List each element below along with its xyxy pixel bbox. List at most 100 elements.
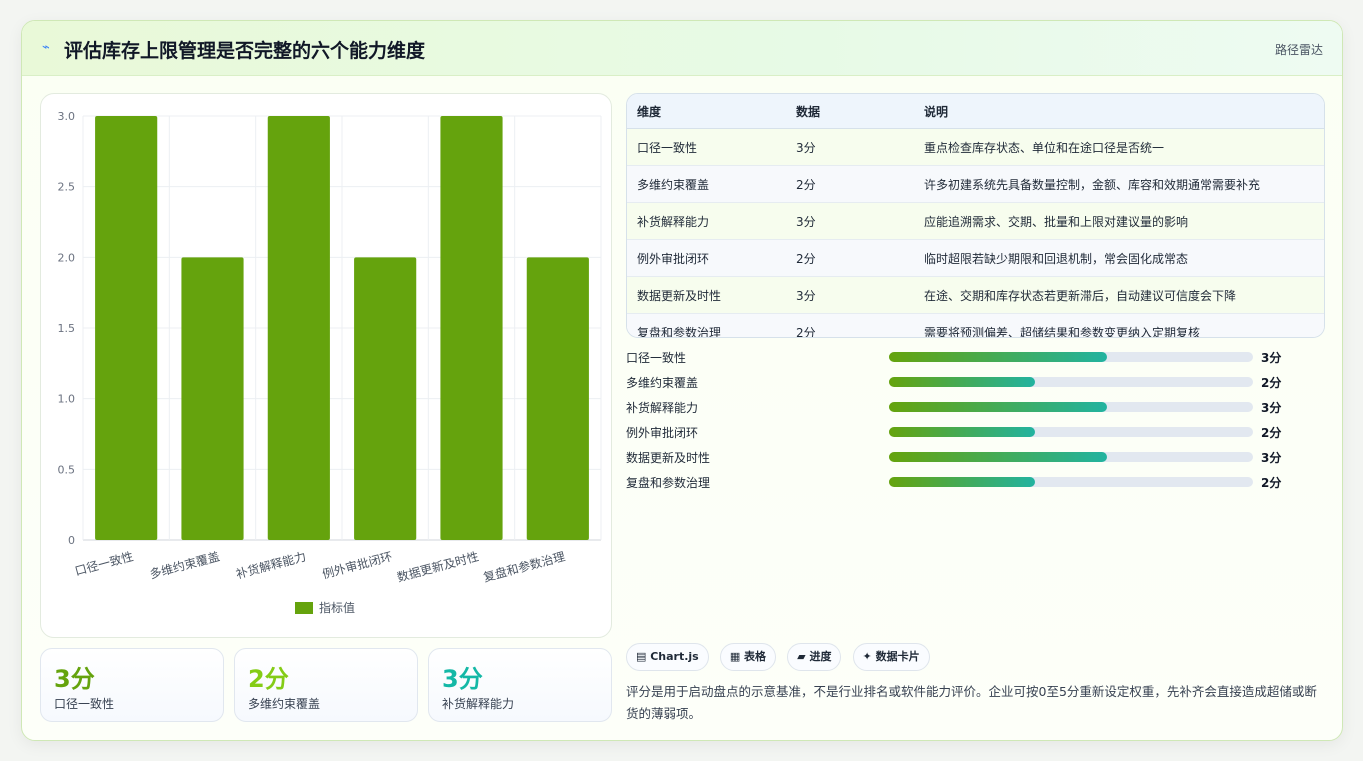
cell-score: 2分 bbox=[795, 239, 923, 277]
chip-table[interactable]: ▦ 表格 bbox=[719, 643, 777, 671]
progress-label: 例外审批闭环 bbox=[626, 426, 699, 440]
table-row: 例外审批闭环 2分 临时超限若缺少期限和回退机制，常会固化成常态 bbox=[627, 239, 1324, 277]
table-row: 数据更新及时性 3分 在途、交期和库存状态若更新滞后，自动建议可信度会下降 bbox=[627, 276, 1324, 314]
bar-chart: 0 0.5 1.0 1.5 2.0 2.5 3.0 口径一致性 多维约束覆盖 补货解释能力 例外审批… bbox=[40, 93, 612, 638]
legend-swatch bbox=[295, 602, 313, 614]
data-table: 维度 数据 说明 口径一致性 3分 重点检查库存状态、单位和在途口径是否统一 多… bbox=[626, 93, 1325, 338]
cell-dimension: 多维约束覆盖 bbox=[627, 165, 795, 203]
column-header-dimension[interactable]: 维度 bbox=[627, 94, 795, 129]
x-tick-label: 数据更新及时性 bbox=[395, 548, 480, 584]
progress-track bbox=[889, 477, 1253, 487]
stat-label: 口径一致性 bbox=[54, 697, 115, 711]
card-header: ⌁ 评估库存上限管理是否完整的六个能力维度 路径雷达 bbox=[22, 21, 1342, 76]
progress-score: 3分 bbox=[1261, 451, 1282, 465]
cell-description: 临时超限若缺少期限和回退机制，常会固化成常态 bbox=[923, 239, 1324, 277]
progress-score: 2分 bbox=[1261, 376, 1282, 390]
progress-label: 复盘和参数治理 bbox=[626, 476, 711, 490]
progress-fill bbox=[889, 427, 1035, 437]
x-tick-label: 复盘和参数治理 bbox=[482, 548, 567, 584]
cell-dimension: 例外审批闭环 bbox=[627, 239, 795, 277]
cell-score: 2分 bbox=[795, 313, 923, 337]
cell-description: 重点检查库存状态、单位和在途口径是否统一 bbox=[923, 128, 1324, 166]
y-tick-label: 2.5 bbox=[58, 181, 76, 194]
x-tick-label: 多维约束覆盖 bbox=[148, 548, 221, 581]
progress-score: 3分 bbox=[1261, 401, 1282, 415]
x-tick-label: 口径一致性 bbox=[73, 549, 135, 578]
table-row: 口径一致性 3分 重点检查库存状态、单位和在途口径是否统一 bbox=[627, 128, 1324, 166]
y-tick-label: 0.5 bbox=[58, 463, 76, 476]
progress-label: 补货解释能力 bbox=[626, 401, 699, 415]
progress-row: 补货解释能力 3分 bbox=[626, 397, 1323, 422]
y-tick-label: 0 bbox=[68, 534, 75, 547]
progress-track bbox=[889, 452, 1253, 462]
stat-value: 3分 bbox=[54, 665, 95, 693]
progress-score: 2分 bbox=[1261, 476, 1282, 490]
cell-dimension: 口径一致性 bbox=[627, 128, 795, 166]
page-title: 评估库存上限管理是否完整的六个能力维度 bbox=[64, 40, 426, 62]
chip-data-cards[interactable]: ✦ 数据卡片 bbox=[852, 643, 930, 671]
column-header-description[interactable]: 说明 bbox=[923, 94, 1324, 129]
progress-label: 口径一致性 bbox=[626, 351, 687, 365]
bar bbox=[526, 257, 589, 540]
header-tag: 路径雷达 bbox=[1274, 43, 1323, 57]
progress-score: 3分 bbox=[1261, 351, 1282, 365]
cell-score: 3分 bbox=[795, 128, 923, 166]
bar bbox=[440, 116, 503, 540]
stat-card-2: 2分 多维约束覆盖 bbox=[234, 648, 418, 722]
cell-dimension: 数据更新及时性 bbox=[627, 276, 795, 314]
cell-dimension: 复盘和参数治理 bbox=[627, 313, 795, 337]
progress-label: 数据更新及时性 bbox=[626, 451, 711, 465]
table-row: 补货解释能力 3分 应能追溯需求、交期、批量和上限对建议量的影响 bbox=[627, 202, 1324, 240]
chip-progress[interactable]: ▰ 进度 bbox=[787, 643, 842, 671]
x-tick-label: 补货解释能力 bbox=[234, 548, 307, 581]
cell-description: 在途、交期和库存状态若更新滞后，自动建议可信度会下降 bbox=[923, 276, 1324, 314]
progress-track bbox=[889, 427, 1253, 437]
table-row: 复盘和参数治理 2分 需要将预测偏差、超储结果和参数变更纳入定期复核 bbox=[627, 313, 1324, 337]
progress-fill bbox=[889, 477, 1035, 487]
x-tick-label: 例外审批闭环 bbox=[320, 548, 393, 581]
stat-label: 多维约束覆盖 bbox=[248, 697, 321, 711]
bar bbox=[354, 257, 417, 540]
progress-score: 2分 bbox=[1261, 426, 1282, 440]
stat-value: 3分 bbox=[442, 665, 483, 693]
progress-row: 多维约束覆盖 2分 bbox=[626, 372, 1323, 397]
cell-description: 需要将预测偏差、超储结果和参数变更纳入定期复核 bbox=[923, 313, 1324, 337]
cell-score: 2分 bbox=[795, 165, 923, 203]
progress-fill bbox=[889, 352, 1108, 362]
progress-track bbox=[889, 377, 1253, 387]
bar bbox=[267, 116, 330, 540]
progress-list: 口径一致性 3分 多维约束覆盖 2分 补货解释能力 3分 例外审批闭环 2分 数… bbox=[626, 347, 1323, 497]
progress-fill bbox=[889, 402, 1108, 412]
stat-card-3: 3分 补货解释能力 bbox=[428, 648, 612, 722]
cell-description: 应能追溯需求、交期、批量和上限对建议量的影响 bbox=[923, 202, 1324, 240]
lightning-icon: ⌁ bbox=[42, 40, 50, 55]
progress-row: 例外审批闭环 2分 bbox=[626, 422, 1323, 447]
cell-score: 3分 bbox=[795, 202, 923, 240]
progress-fill bbox=[889, 452, 1108, 462]
y-tick-label: 1.5 bbox=[58, 322, 76, 335]
cell-description: 许多初建系统先具备数量控制，金额、库容和效期通常需要补充 bbox=[923, 165, 1324, 203]
bar-chart-svg: 0 0.5 1.0 1.5 2.0 2.5 3.0 口径一致性 多维约束覆盖 补货解释能力 例外审批… bbox=[58, 110, 602, 615]
progress-row: 口径一致性 3分 bbox=[626, 347, 1323, 372]
y-tick-label: 3.0 bbox=[58, 110, 76, 123]
progress-row: 数据更新及时性 3分 bbox=[626, 447, 1323, 472]
progress-track bbox=[889, 402, 1253, 412]
progress-row: 复盘和参数治理 2分 bbox=[626, 472, 1323, 497]
footnote: 评分是用于启动盘点的示意基准，不是行业排名或软件能力评价。企业可按0至5分重新设… bbox=[626, 684, 1317, 721]
dashboard-card: ⌁ 评估库存上限管理是否完整的六个能力维度 路径雷达 0 0.5 1.0 1.5 2.0… bbox=[21, 20, 1343, 741]
y-tick-label: 2.0 bbox=[58, 251, 76, 264]
bar bbox=[181, 257, 244, 540]
stat-card-1: 3分 口径一致性 bbox=[40, 648, 224, 722]
tech-chips: ▤ Chart.js ▦ 表格 ▰ 进度 ✦ 数据卡片 bbox=[626, 643, 936, 671]
chip-chartjs[interactable]: ▤ Chart.js bbox=[626, 643, 709, 671]
stat-value: 2分 bbox=[248, 665, 289, 693]
legend-label: 指标值 bbox=[319, 600, 355, 615]
column-header-data[interactable]: 数据 bbox=[795, 94, 923, 129]
table-row: 多维约束覆盖 2分 许多初建系统先具备数量控制，金额、库容和效期通常需要补充 bbox=[627, 165, 1324, 203]
progress-track bbox=[889, 352, 1253, 362]
progress-label: 多维约束覆盖 bbox=[626, 376, 699, 390]
stat-label: 补货解释能力 bbox=[442, 697, 515, 711]
cell-score: 3分 bbox=[795, 276, 923, 314]
y-tick-label: 1.0 bbox=[58, 393, 76, 406]
table-header-row: 维度 数据 说明 bbox=[627, 94, 1324, 129]
